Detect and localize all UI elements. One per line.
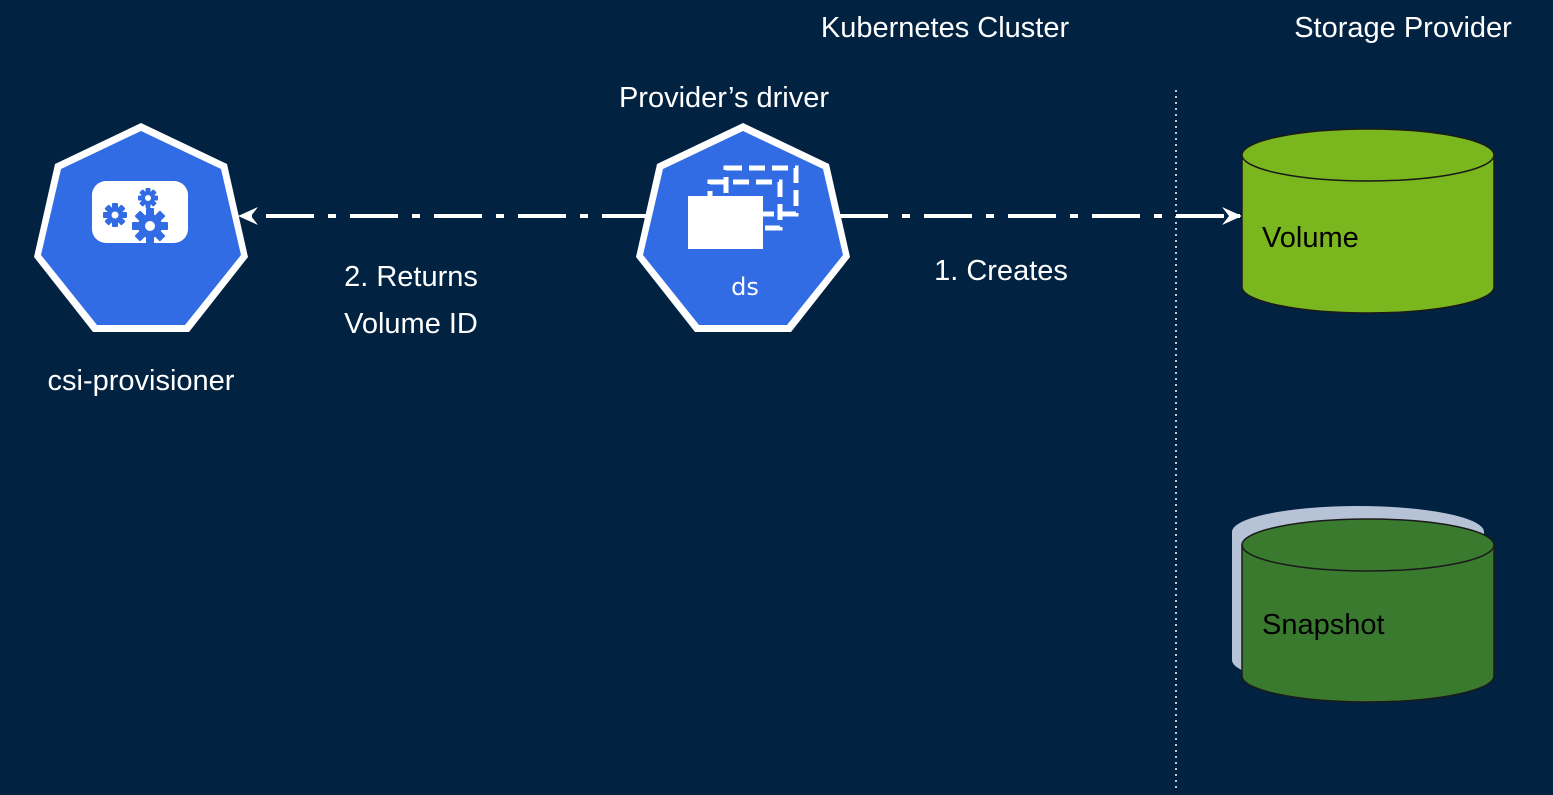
volume-label: Volume <box>1262 222 1359 254</box>
returns-label-line1: 2. Returns <box>344 261 478 293</box>
storage-provider-header: Storage Provider <box>1294 12 1512 44</box>
returns-label-line2: Volume ID <box>344 308 478 340</box>
gears-icon <box>92 181 188 244</box>
diagram-canvas: Kubernetes Cluster Storage Provider 1. C… <box>0 0 1553 790</box>
snapshot-label: Snapshot <box>1262 609 1385 641</box>
diagram-svg: Kubernetes Cluster Storage Provider 1. C… <box>34 12 1512 790</box>
provider-driver-node: ds <box>636 123 850 332</box>
snapshot-cylinder <box>1232 506 1495 703</box>
provider-driver-label: Provider’s driver <box>619 82 829 114</box>
kubernetes-cluster-header: Kubernetes Cluster <box>821 12 1070 44</box>
creates-label: 1. Creates <box>934 255 1068 287</box>
csi-provisioner-node <box>34 123 248 332</box>
csi-provisioner-label: csi-provisioner <box>48 365 235 397</box>
volume-cylinder <box>1241 128 1495 314</box>
daemonset-icon-text: ds <box>731 273 759 301</box>
